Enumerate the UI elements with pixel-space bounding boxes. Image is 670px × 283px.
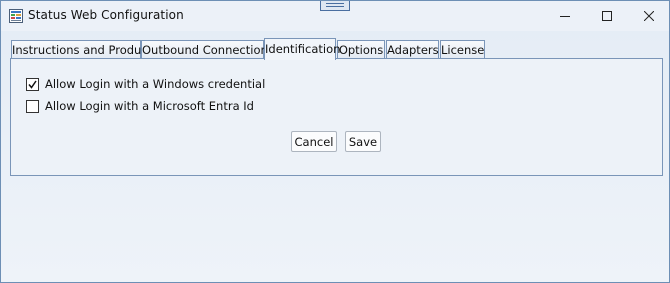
windows-credential-option[interactable]: Allow Login with a Windows credential (26, 77, 265, 91)
close-button[interactable] (628, 1, 669, 29)
windows-credential-checkbox[interactable] (26, 77, 39, 91)
drag-handle-icon[interactable] (320, 1, 350, 11)
app-window: Status Web Configuration Instructions an… (0, 0, 670, 283)
checkmark-icon (28, 80, 37, 89)
entra-id-option[interactable]: Allow Login with a Microsoft Entra Id (26, 99, 254, 113)
title-bar[interactable]: Status Web Configuration (1, 1, 669, 31)
tab-license[interactable]: License (440, 40, 485, 59)
tab-instructions-and-product[interactable]: Instructions and Product (11, 40, 152, 59)
entra-id-checkbox[interactable] (26, 99, 39, 113)
minimize-button[interactable] (544, 1, 586, 29)
minimize-icon (560, 6, 570, 25)
tab-adapters[interactable]: Adapters (386, 40, 439, 59)
tab-outbound-connections[interactable]: Outbound Connections (141, 40, 274, 59)
tab-identification[interactable]: Identification (264, 38, 340, 60)
app-icon (9, 8, 23, 23)
identification-panel: Allow Login with a Windows credential Al… (10, 58, 663, 176)
tab-options[interactable]: Options (337, 40, 385, 59)
entra-id-label[interactable]: Allow Login with a Microsoft Entra Id (45, 99, 254, 113)
maximize-icon (602, 6, 612, 25)
cancel-button[interactable]: Cancel (291, 131, 337, 152)
windows-credential-label[interactable]: Allow Login with a Windows credential (45, 77, 265, 91)
window-title: Status Web Configuration (28, 8, 184, 22)
close-icon (643, 6, 655, 25)
save-button[interactable]: Save (345, 131, 381, 152)
maximize-button[interactable] (586, 1, 628, 29)
